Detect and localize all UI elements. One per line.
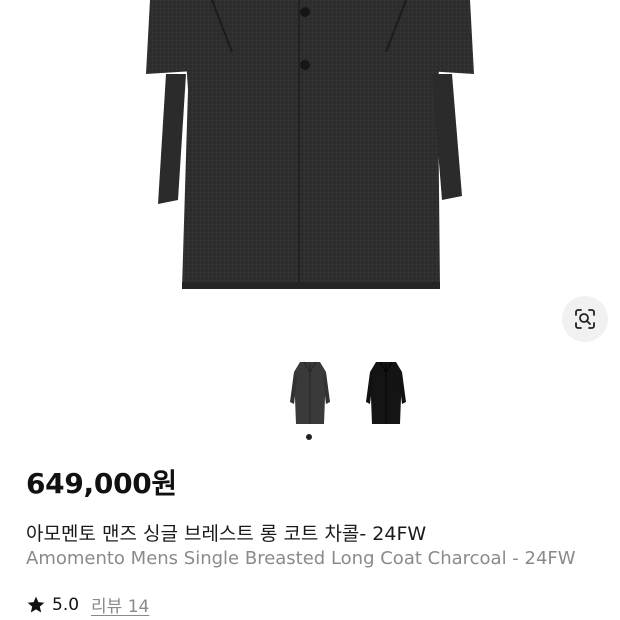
active-thumbnail-indicator bbox=[306, 434, 312, 440]
product-main-image[interactable] bbox=[0, 0, 620, 345]
product-price: 649,000원 bbox=[26, 467, 177, 500]
review-count-link[interactable]: 리뷰 14 bbox=[91, 592, 149, 617]
image-search-icon bbox=[575, 309, 595, 329]
thumbnail-strip bbox=[0, 358, 620, 430]
product-title-korean: 아모멘토 맨즈 싱글 브레스트 롱 코트 차콜- 24FW bbox=[26, 523, 427, 545]
product-title-english: Amomento Mens Single Breasted Long Coat … bbox=[26, 548, 576, 569]
image-search-button[interactable] bbox=[562, 296, 608, 342]
thumbnail-charcoal[interactable] bbox=[288, 358, 332, 428]
rating-score: 5.0 bbox=[52, 594, 80, 615]
rating-row: 5.0 리뷰 14 bbox=[26, 592, 149, 617]
coat-illustration bbox=[146, 0, 474, 289]
thumbnail-black[interactable] bbox=[364, 358, 408, 428]
star-icon bbox=[27, 596, 45, 612]
